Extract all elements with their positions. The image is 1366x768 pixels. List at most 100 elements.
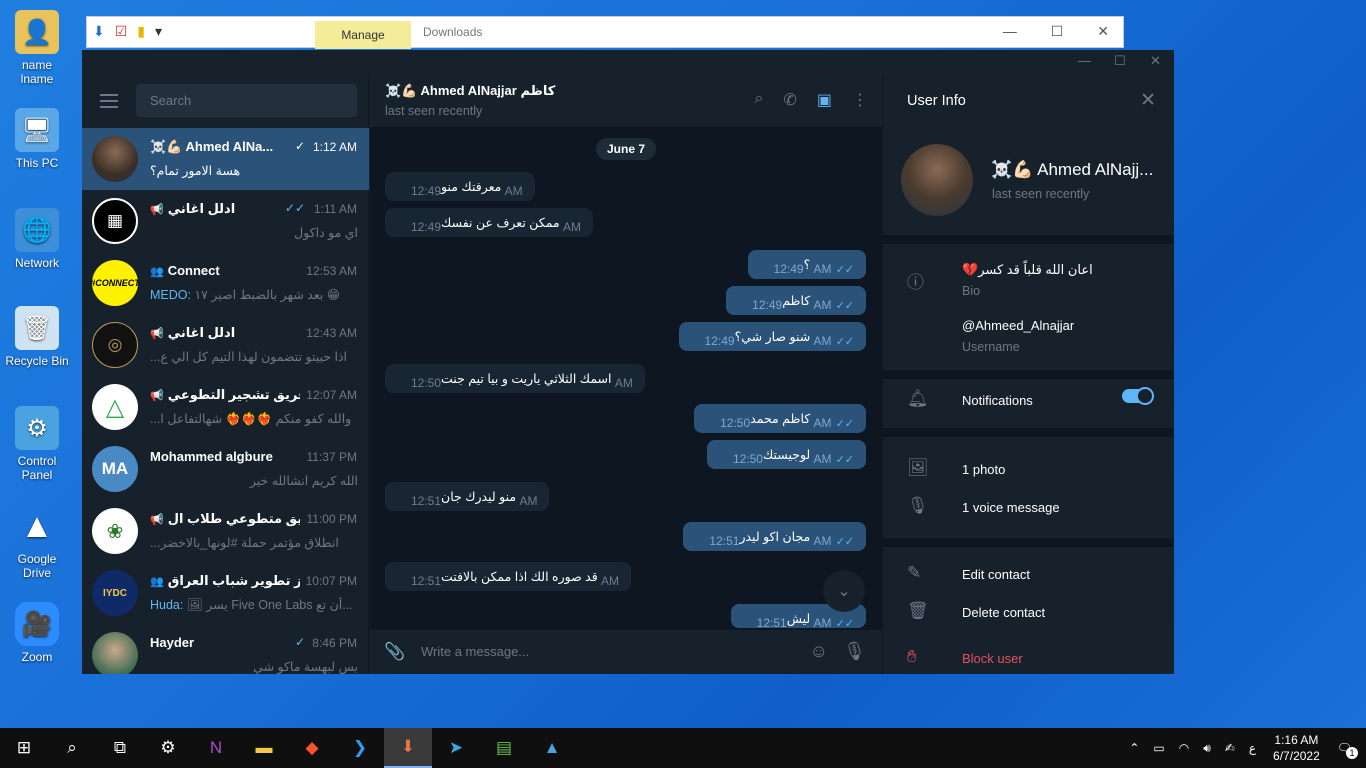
message-bubble[interactable]: شنو صار شي؟12:49 AM ✓✓	[678, 322, 866, 351]
message-input[interactable]: Write a message...	[421, 644, 529, 659]
taskbar: ⊞ ⌕ ⧉ ⚙ N ▬ ◆ ❯ ⬇ ➤ ▤ ▲ ⌃ ▭ ◠ 🔊︎ ✍︎ ع 1:…	[0, 728, 1366, 768]
profile-avatar[interactable]	[901, 144, 973, 216]
desktop-icon-recycle-bin[interactable]: 🗑 Recycle Bin	[4, 306, 70, 368]
minimize-icon[interactable]: —	[1078, 53, 1091, 68]
computer-icon: 🖥	[15, 108, 59, 152]
vscode-icon[interactable]: ❯	[336, 728, 384, 768]
desktop-icon-control-panel[interactable]: ⚙ Control Panel	[4, 406, 70, 482]
desktop-icon-zoom[interactable]: 🎥 Zoom	[4, 602, 70, 664]
message-bubble[interactable]: كاظم محمد12:50 AM ✓✓	[694, 404, 866, 433]
message-bubble[interactable]: لوجيستك12:50 AM ✓✓	[706, 440, 866, 469]
volume-icon[interactable]: 🔊︎	[1203, 741, 1211, 756]
chevron-down-icon[interactable]: ▾	[155, 23, 162, 40]
new-folder-icon[interactable]: ▮	[137, 23, 145, 40]
maximize-icon[interactable]: ☐	[1051, 23, 1064, 40]
message-bubble[interactable]: كاظم12:49 AM ✓✓	[726, 286, 866, 315]
chevron-up-icon[interactable]: ⌃	[1129, 741, 1139, 755]
close-icon[interactable]: ✕	[1150, 53, 1161, 69]
phone-icon[interactable]: ✆	[783, 90, 796, 110]
sidebar-toggle-icon[interactable]: ▣	[817, 90, 832, 110]
notification-center-icon[interactable]: 🗨︎ 1	[1337, 741, 1358, 759]
bell-icon: 🔔︎	[907, 389, 929, 408]
desktop-icon-network[interactable]: 🌐 Network	[4, 208, 70, 270]
chat-item[interactable]: Hayder ✓ 8:46 PM بس لبهسة ماكو شي	[82, 624, 369, 674]
chat-name: 📢 فريق تشجير التطوعي	[150, 387, 300, 402]
microphone-icon[interactable]: 🎙	[843, 641, 866, 662]
network-icon: 🌐	[15, 208, 59, 252]
group-icon: 👥	[150, 266, 164, 278]
read-check-icon: ✓	[294, 635, 305, 649]
minimize-icon[interactable]: —	[1003, 23, 1017, 40]
user-folder-icon: 👤	[15, 10, 59, 54]
message-bubble[interactable]: ؟12:49 AM ✓✓	[747, 250, 866, 279]
windows-start-icon[interactable]: ⊞	[0, 728, 48, 768]
channel-icon: 📢	[150, 204, 164, 216]
more-vertical-icon[interactable]: ⋮	[852, 90, 868, 110]
chat-time: 8:46 PM	[312, 636, 357, 650]
chat-item[interactable]: ☠️💪🏻 Ahmed AlNa... ✓ 1:12 AM هسة الامور …	[82, 128, 369, 190]
battery-icon[interactable]: ▭	[1153, 741, 1164, 755]
message-bubble[interactable]: اسمك الثلاثي ياريت و بيا تيم جنت12:50 AM	[385, 364, 645, 393]
chat-item[interactable]: ▦ 📢 ادلل اغاني ✓✓ 1:11 AM اي مو داكول	[82, 190, 369, 252]
downloads-app-icon[interactable]: ⬇	[384, 728, 432, 768]
file-explorer-icon[interactable]: ▬	[240, 728, 288, 768]
divider	[883, 370, 1174, 379]
chat-item[interactable]: ❀ 📢فريق متطوعي طلاب ال... 11:00 PM انطلا…	[82, 500, 369, 562]
read-check-icon: ✓	[294, 139, 305, 153]
message-composer: 📎 Write a message... ☺ 🎙	[370, 629, 882, 674]
maximize-icon[interactable]: ☐	[1114, 53, 1126, 69]
manage-tab[interactable]: Manage	[315, 21, 411, 49]
desktop-icon-user[interactable]: 👤 name lname	[4, 10, 70, 86]
brave-browser-icon[interactable]: ◆	[288, 728, 336, 768]
chat-preview: بس لبهسة ماكو شي	[253, 660, 358, 674]
pen-icon[interactable]: ✍︎	[1225, 741, 1235, 755]
delete-contact-label: Delete contact	[962, 605, 1046, 620]
chat-preview: والله كفو منكم ❤️‍🔥❤️‍🔥❤️‍🔥 شهالتفاعل ا.…	[150, 412, 352, 426]
search-icon[interactable]: ⌕	[755, 90, 764, 110]
profile-status: last seen recently	[992, 187, 1090, 201]
desktop-icon-this-pc[interactable]: 🖥 This PC	[4, 108, 70, 170]
avatar	[92, 136, 138, 182]
chat-item[interactable]: △ 📢 فريق تشجير التطوعي 12:07 AM والله كفو…	[82, 376, 369, 438]
search-input[interactable]: Search	[136, 84, 357, 117]
chat-name: 📢 ادلل اغاني	[150, 201, 236, 216]
properties-icon[interactable]: ☑	[115, 23, 128, 40]
telegram-icon[interactable]: ➤	[432, 728, 480, 768]
message-bubble[interactable]: منو ليدرك جان12:51 AM	[385, 482, 550, 511]
message-bubble[interactable]: مجان اكو ليدر12:51 AM ✓✓	[683, 522, 866, 551]
chat-item[interactable]: #CONNECT 👥 Connect 12:53 AM MEDO: بعد شهر…	[82, 252, 369, 314]
message-bubble[interactable]: قد صوره الك اذا ممكن بالافتت12:51 AM	[385, 562, 632, 591]
user-info-panel: User Info ✕ ☠️💪🏻 Ahmed AlNajj... last se…	[882, 74, 1174, 674]
group-icon: 👥	[150, 576, 164, 588]
profile-name: ☠️💪🏻 Ahmed AlNajj...	[991, 160, 1154, 179]
desktop-icon-google-drive[interactable]: ▲ Google Drive	[4, 504, 70, 581]
pencil-icon: ✎	[907, 563, 922, 582]
attach-icon[interactable]: 📎	[384, 642, 405, 662]
chat-item[interactable]: ◎ 📢 ادلل اغاني 12:43 AM اذا حبيتو تتضمون …	[82, 314, 369, 376]
task-manager-icon[interactable]: ▤	[480, 728, 528, 768]
task-view-icon[interactable]: ⧉	[96, 728, 144, 768]
onenote-icon[interactable]: N	[192, 728, 240, 768]
language-indicator[interactable]: ع	[1249, 741, 1256, 755]
photos-icon[interactable]: ▲	[528, 728, 576, 768]
scroll-down-button[interactable]: ⌄	[823, 570, 865, 612]
settings-gear-icon[interactable]: ⚙	[144, 728, 192, 768]
chat-item[interactable]: MA Mohammed algbure 11:37 PM الله كريم ا…	[82, 438, 369, 500]
double-check-icon: ✓✓	[835, 418, 854, 430]
chat-title[interactable]: ☠️💪🏻 Ahmed AlNajjar كاظم	[385, 83, 555, 99]
message-bubble[interactable]: معرفتك منو12:49 AM	[385, 172, 535, 201]
chat-list: ☠️💪🏻 Ahmed AlNa... ✓ 1:12 AM هسة الامور …	[82, 128, 369, 674]
hamburger-menu-icon[interactable]	[100, 94, 118, 112]
emoji-icon[interactable]: ☺	[810, 641, 828, 662]
search-icon[interactable]: ⌕	[48, 728, 96, 768]
close-icon[interactable]: ✕	[1097, 23, 1109, 40]
close-icon[interactable]: ✕	[1140, 89, 1156, 112]
chat-item[interactable]: IYDC 👥مركز تطوير شباب العراق 10:07 PM Hu…	[82, 562, 369, 624]
download-arrow-icon[interactable]: ⬇	[93, 23, 105, 40]
message-bubble[interactable]: ممكن تعرف عن نفسك12:49 AM	[385, 208, 593, 237]
wifi-icon[interactable]: ◠	[1179, 741, 1189, 755]
zoom-icon: 🎥	[15, 602, 59, 646]
date-separator: June 7	[596, 138, 657, 160]
clock[interactable]: 1:16 AM 6/7/2022	[1273, 732, 1320, 764]
notifications-toggle[interactable]	[1122, 387, 1154, 405]
